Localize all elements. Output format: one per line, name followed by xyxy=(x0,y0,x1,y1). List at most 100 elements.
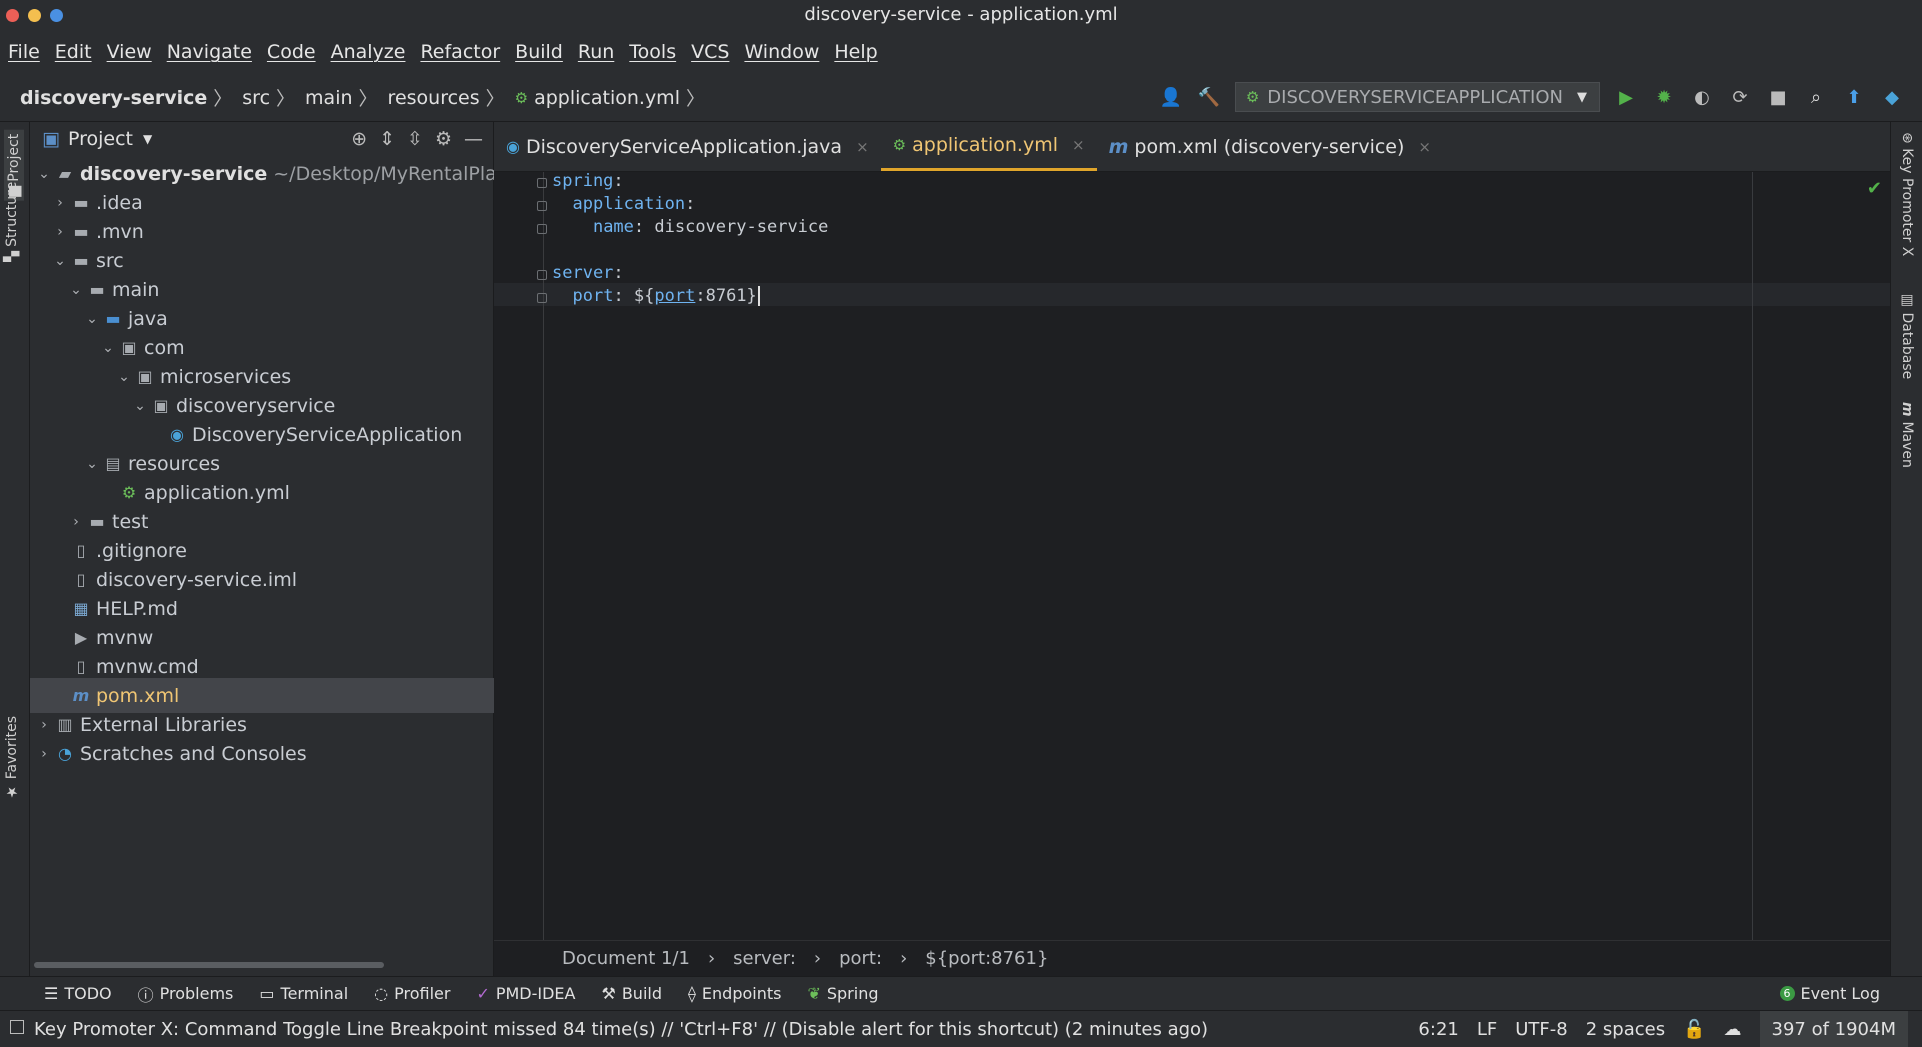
title-bar: discovery-service - application.yml xyxy=(0,0,1922,30)
indent-setting[interactable]: 2 spaces xyxy=(1586,1019,1665,1040)
expand-all-icon[interactable]: ⇕ xyxy=(379,128,395,150)
menu-tools[interactable]: Tools xyxy=(629,41,676,63)
locate-icon[interactable]: ⊕ xyxy=(351,128,367,150)
tool-profiler[interactable]: ◌ Profiler xyxy=(374,984,450,1003)
tree-item-label: .gitignore xyxy=(96,539,187,562)
caret-position[interactable]: 6:21 xyxy=(1418,1019,1458,1040)
fold-marker-icon[interactable] xyxy=(537,270,547,280)
tree-item-scratches[interactable]: › ◔ Scratches and Consoles xyxy=(34,736,306,771)
editor-crumb[interactable]: server: xyxy=(733,948,796,969)
tab-favorites[interactable]: ★ Favorites xyxy=(4,716,20,799)
tool-todo[interactable]: ☰ TODO xyxy=(44,984,112,1003)
tool-endpoints[interactable]: ⟠ Endpoints xyxy=(688,984,781,1003)
status-message[interactable]: Key Promoter X: Command Toggle Line Brea… xyxy=(0,1019,1208,1040)
breadcrumb-main[interactable]: main xyxy=(305,87,352,109)
close-icon[interactable]: × xyxy=(1418,138,1431,156)
structure-icon: ▚ xyxy=(4,251,20,262)
toolbox-icon[interactable]: ◆ xyxy=(1880,85,1904,109)
fold-marker-icon[interactable] xyxy=(537,224,547,234)
chevron-right-icon: › xyxy=(73,513,79,530)
gear-icon[interactable]: ⚙ xyxy=(435,128,452,150)
user-icon[interactable]: 👤 xyxy=(1159,85,1183,109)
hammer-icon[interactable]: 🔨 xyxy=(1197,85,1221,109)
chevron-down-icon: ⌄ xyxy=(38,165,50,182)
horizontal-scrollbar[interactable] xyxy=(34,962,384,968)
tab-label: DiscoveryServiceApplication.java xyxy=(525,135,843,158)
tab-maven[interactable]: m Maven xyxy=(1899,402,1915,468)
debug-icon[interactable]: ✹ xyxy=(1652,85,1676,109)
code-editor[interactable]: ✔ spring: application: name: discovery-s… xyxy=(494,171,1890,940)
run-icon[interactable]: ▶ xyxy=(1614,85,1638,109)
tool-spring[interactable]: ❦ Spring xyxy=(807,984,878,1003)
close-window-button[interactable] xyxy=(6,9,19,22)
menu-window[interactable]: Window xyxy=(744,41,819,63)
hide-icon[interactable]: — xyxy=(464,128,483,150)
tab-pom-xml[interactable]: m pom.xml (discovery-service) × xyxy=(1097,122,1443,171)
editor-gutter[interactable] xyxy=(494,172,544,940)
menu-code[interactable]: Code xyxy=(267,41,316,63)
close-icon[interactable]: × xyxy=(1072,136,1085,154)
breadcrumb-project[interactable]: discovery-service xyxy=(20,87,207,109)
menu-analyze[interactable]: Analyze xyxy=(331,41,406,63)
menu-edit[interactable]: Edit xyxy=(55,41,92,63)
breadcrumb-file[interactable]: application.yml xyxy=(534,87,680,109)
tool-windows-toggle-icon[interactable] xyxy=(10,1020,24,1034)
editor-crumb[interactable]: port: xyxy=(839,948,882,969)
event-log-button[interactable]: 6 Event Log xyxy=(1779,984,1880,1003)
minimize-window-button[interactable] xyxy=(28,9,41,22)
menu-view[interactable]: View xyxy=(107,41,152,63)
collapse-all-icon[interactable]: ⇳ xyxy=(407,128,423,150)
tree-item-label: HELP.md xyxy=(96,597,178,620)
fold-marker-icon[interactable] xyxy=(537,201,547,211)
tree-item-label: mvnw.cmd xyxy=(96,655,199,678)
menu-refactor[interactable]: Refactor xyxy=(420,41,500,63)
tool-terminal[interactable]: ▭ Terminal xyxy=(259,984,348,1003)
menu-help[interactable]: Help xyxy=(834,41,877,63)
lock-icon[interactable]: 🔓 xyxy=(1683,1019,1705,1040)
close-icon[interactable]: × xyxy=(856,138,869,156)
menu-build[interactable]: Build xyxy=(515,41,563,63)
chevron-down-icon[interactable]: ▼ xyxy=(143,132,152,146)
tab-structure[interactable]: ▚ Structure xyxy=(4,182,20,262)
package-icon: ▣ xyxy=(121,338,137,357)
chevron-right-icon: 〉 xyxy=(213,88,233,110)
memory-indicator[interactable]: 397 of 1904M xyxy=(1759,1011,1908,1047)
maximize-window-button[interactable] xyxy=(50,9,63,22)
coverage-icon[interactable]: ◐ xyxy=(1690,85,1714,109)
tool-build[interactable]: ⚒ Build xyxy=(601,984,662,1003)
chevron-down-icon: ⌄ xyxy=(54,252,66,269)
resources-folder-icon: ▤ xyxy=(105,454,121,473)
run-configuration-label: DISCOVERYSERVICEAPPLICATION xyxy=(1267,86,1563,108)
tool-pmd-idea[interactable]: ✓ PMD-IDEA xyxy=(476,984,575,1003)
editor-crumb[interactable]: ${port:8761} xyxy=(925,948,1048,969)
profile-icon[interactable]: ⟳ xyxy=(1728,85,1752,109)
breadcrumb-src[interactable]: src xyxy=(242,87,270,109)
menu-run[interactable]: Run xyxy=(578,41,614,63)
scratches-icon: ◔ xyxy=(58,744,72,763)
menu-file[interactable]: File xyxy=(8,41,40,63)
search-icon[interactable]: ⌕ xyxy=(1804,85,1828,109)
stop-icon[interactable]: ■ xyxy=(1766,85,1790,109)
tab-key-promoter[interactable]: ⊛ Key Promoter X xyxy=(1899,132,1915,256)
cloud-icon[interactable]: ☁ xyxy=(1724,1019,1742,1040)
tree-item-label: discoveryservice xyxy=(176,394,336,417)
tree-item-label: java xyxy=(128,307,168,330)
text-cursor xyxy=(757,286,760,306)
fold-marker-icon[interactable] xyxy=(537,293,547,303)
run-configuration-select[interactable]: ⚙ DISCOVERYSERVICEAPPLICATION ▼ xyxy=(1234,82,1600,112)
tool-problems[interactable]: ⓘ Problems xyxy=(138,982,234,1006)
menu-bar: File Edit View Navigate Code Analyze Ref… xyxy=(0,30,1922,74)
menu-navigate[interactable]: Navigate xyxy=(167,41,252,63)
line-separator[interactable]: LF xyxy=(1477,1019,1497,1040)
menu-vcs[interactable]: VCS xyxy=(691,41,729,63)
update-icon[interactable]: ⬆ xyxy=(1842,85,1866,109)
tab-favorites-label: Favorites xyxy=(4,716,20,780)
project-panel-title[interactable]: Project xyxy=(68,128,133,150)
fold-marker-icon[interactable] xyxy=(537,178,547,188)
file-encoding[interactable]: UTF-8 xyxy=(1515,1019,1567,1040)
breadcrumb-resources[interactable]: resources xyxy=(388,87,480,109)
tab-discoveryserviceapplication-java[interactable]: ◉ DiscoveryServiceApplication.java × xyxy=(494,122,881,171)
tab-database[interactable]: ▤ Database xyxy=(1899,292,1915,379)
tab-application-yml[interactable]: ⚙ application.yml × xyxy=(880,122,1097,171)
editor-crumb[interactable]: Document 1/1 xyxy=(562,948,690,969)
